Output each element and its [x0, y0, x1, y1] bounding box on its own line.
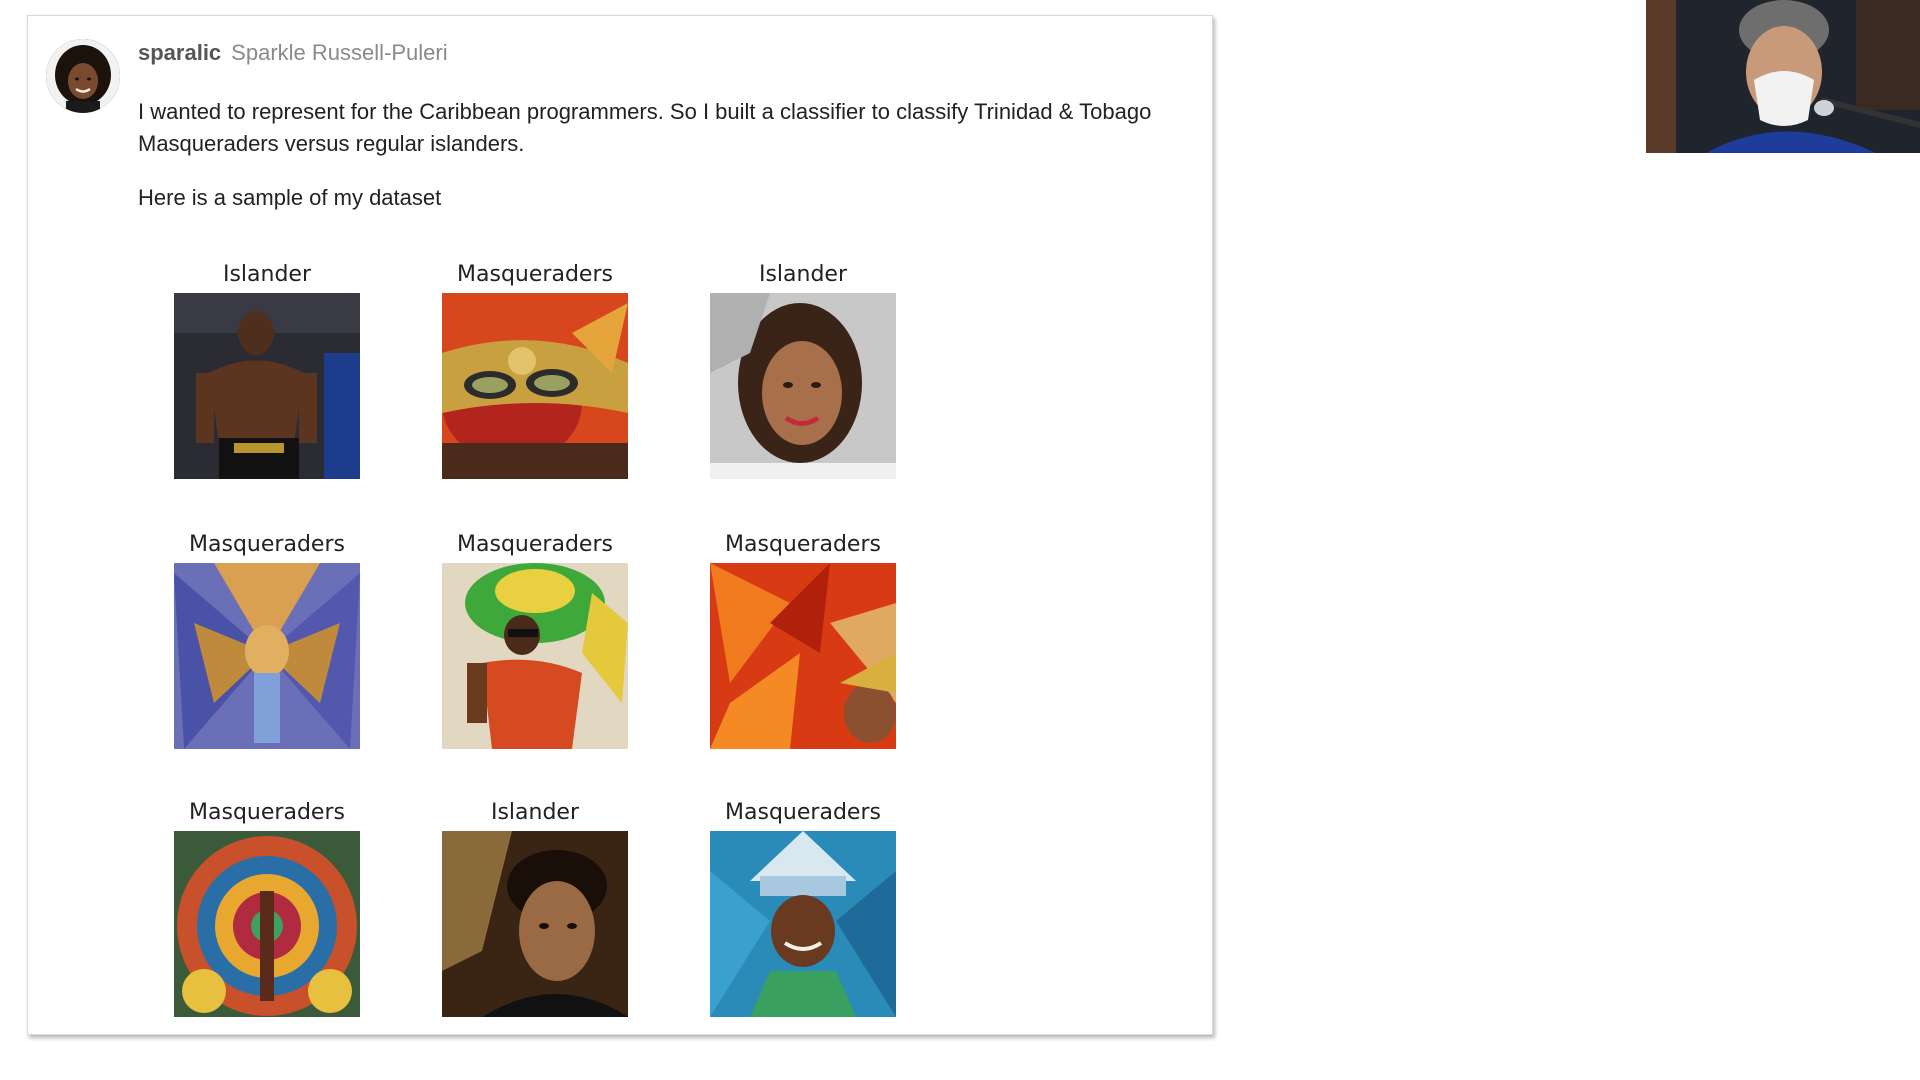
sample-label: Masqueraders	[725, 532, 881, 557]
forum-post-card: sparalic Sparkle Russell-Puleri I wanted …	[27, 15, 1213, 1035]
sample-image	[442, 563, 628, 749]
sample-image	[174, 563, 360, 749]
dataset-sample: Masqueraders	[710, 531, 896, 749]
sample-image	[710, 563, 896, 749]
dataset-sample: Islander	[174, 261, 360, 479]
dataset-sample: Islander	[710, 261, 896, 479]
sample-label: Islander	[222, 262, 312, 287]
dataset-sample: Islander	[442, 799, 628, 1017]
sample-image	[710, 293, 896, 479]
dataset-sample: Masqueraders	[174, 531, 360, 749]
sample-label: Islander	[758, 262, 848, 287]
sample-image	[174, 293, 360, 479]
sample-label: Islander	[490, 800, 580, 825]
sample-label: Masqueraders	[189, 532, 345, 557]
sample-label: Masqueraders	[457, 262, 613, 287]
presenter-webcam-video	[1646, 0, 1920, 153]
post-username[interactable]: sparalic	[138, 40, 221, 65]
post-header: sparalic Sparkle Russell-Puleri	[138, 38, 448, 68]
post-body: I wanted to represent for the Caribbean …	[138, 96, 1198, 236]
post-paragraph: Here is a sample of my dataset	[138, 185, 442, 210]
post-fullname: Sparkle Russell-Puleri	[231, 40, 448, 65]
sample-image	[442, 293, 628, 479]
user-avatar[interactable]	[46, 39, 120, 113]
sample-label: Masqueraders	[725, 800, 881, 825]
dataset-sample: Masqueraders	[442, 531, 628, 749]
sample-label: Masqueraders	[189, 800, 345, 825]
dataset-sample: Masqueraders	[442, 261, 628, 479]
dataset-sample: Masqueraders	[174, 799, 360, 1017]
sample-image	[710, 831, 896, 1017]
sample-image	[174, 831, 360, 1017]
post-paragraph: I wanted to represent for the Caribbean …	[138, 99, 1152, 156]
sample-image	[442, 831, 628, 1017]
dataset-sample: Masqueraders	[710, 799, 896, 1017]
sample-label: Masqueraders	[457, 532, 613, 557]
